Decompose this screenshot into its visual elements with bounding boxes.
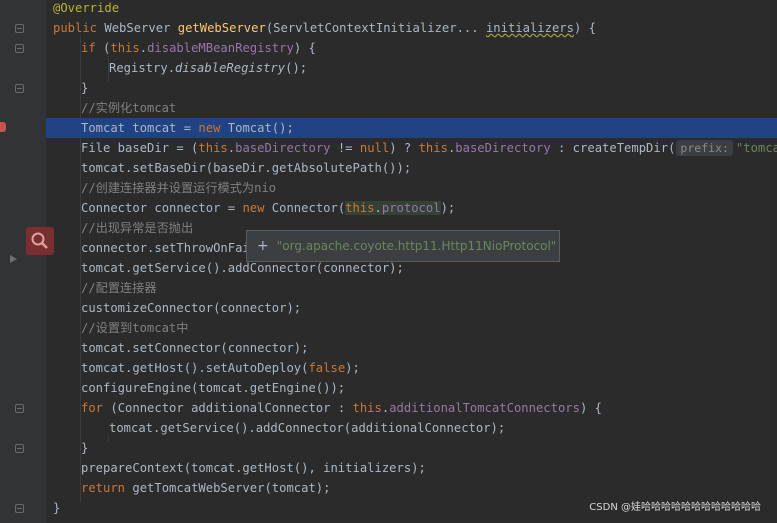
code-token: . <box>139 41 148 55</box>
code-token: . <box>374 201 382 215</box>
code-token: } <box>81 441 89 455</box>
fold-toggle-icon[interactable] <box>15 504 24 513</box>
fold-toggle-icon[interactable] <box>15 84 24 93</box>
code-line[interactable]: @Override <box>46 0 777 18</box>
code-token: (Connector additionalConnector : <box>110 401 353 415</box>
code-token: Tomcat(); <box>227 121 294 135</box>
code-token: File baseDir = ( <box>81 141 199 155</box>
code-token: baseDirectory <box>235 141 331 155</box>
code-token: Connector( <box>271 201 346 215</box>
code-token: this <box>418 141 448 155</box>
code-token: ) ? <box>389 141 419 155</box>
code-token: tomcat.setBaseDir(baseDir.getAbsolutePat… <box>81 161 412 175</box>
editor-gutter <box>0 0 46 523</box>
code-line[interactable]: customizeConnector(connector); <box>46 298 777 318</box>
code-token: this <box>352 401 382 415</box>
code-line[interactable]: Connector connector = new Connector(this… <box>46 198 777 218</box>
code-token: . <box>227 141 236 155</box>
code-token: configureEngine(tomcat.getEngine()); <box>81 381 346 395</box>
tooltip-value: "org.apache.coyote.http11.Http11NioProto… <box>276 239 557 253</box>
code-token: tomcat.getService().addConnector(additio… <box>109 421 506 435</box>
code-token: ) { <box>293 41 316 55</box>
code-token: null <box>359 141 390 155</box>
code-token: this <box>110 41 140 55</box>
code-token: this <box>198 141 228 155</box>
watermark: CSDN @娃哈哈哈哈哈哈哈哈哈哈哈哈 <box>589 502 761 513</box>
code-line[interactable]: tomcat.getHost().setAutoDeploy(false); <box>46 358 777 378</box>
code-line[interactable]: prepareContext(tomcat.getHost(), initial… <box>46 458 777 478</box>
code-line[interactable]: //创建连接器并设置运行模式为nio <box>46 178 777 198</box>
code-token: @Override <box>53 1 120 15</box>
code-token: connector.setThrowOnFail <box>81 241 258 255</box>
code-token: Tomcat tomcat = <box>81 121 199 135</box>
code-token: additionalTomcatConnectors <box>389 401 580 415</box>
expand-plus-icon[interactable]: + <box>257 238 269 254</box>
code-line[interactable]: for (Connector additionalConnector : thi… <box>46 398 777 418</box>
code-token: //出现异常是否抛出 <box>81 221 194 235</box>
code-line[interactable]: public WebServer getWebServer(ServletCon… <box>46 18 777 38</box>
code-token: Connector connector = <box>81 201 243 215</box>
code-line[interactable]: return getTomcatWebServer(tomcat); <box>46 478 777 498</box>
code-token: customizeConnector(connector); <box>81 301 302 315</box>
fold-toggle-icon[interactable] <box>15 444 24 453</box>
code-token: "tomcat" <box>735 141 777 155</box>
code-token: : createTempDir( <box>550 141 676 155</box>
code-token: disableRegistry <box>175 61 286 75</box>
code-line[interactable]: } <box>46 78 777 98</box>
code-token: (ServletContextInitializer... <box>265 21 486 35</box>
code-token: //实例化tomcat <box>81 101 177 115</box>
code-token: new <box>198 121 228 135</box>
code-token: protocol <box>381 201 441 215</box>
code-line[interactable]: tomcat.getService().addConnector(additio… <box>46 418 777 438</box>
code-token: tomcat.getHost().setAutoDeploy( <box>81 361 309 375</box>
fold-toggle-icon[interactable] <box>15 24 24 33</box>
code-token: //配置连接器 <box>81 281 157 295</box>
code-token: false <box>308 361 346 375</box>
code-token: getWebServer <box>177 21 266 35</box>
code-token: tomcat.setConnector(connector); <box>81 341 309 355</box>
fold-toggle-icon[interactable] <box>15 44 24 53</box>
code-token: (); <box>285 61 308 75</box>
code-token: getTomcatWebServer(tomcat); <box>132 481 331 495</box>
code-token: if <box>81 41 104 55</box>
fold-toggle-icon[interactable] <box>15 404 24 413</box>
code-token: ); <box>345 361 360 375</box>
code-line[interactable]: //实例化tomcat <box>46 98 777 118</box>
code-token: WebServer <box>104 21 178 35</box>
code-token: prepareContext(tomcat.getHost(), initial… <box>81 461 426 475</box>
code-token: ) { <box>574 21 597 35</box>
code-token: this <box>345 201 375 215</box>
code-line[interactable]: Tomcat tomcat = new Tomcat(); <box>46 118 777 138</box>
code-token: disableMBeanRegistry <box>147 41 294 55</box>
code-token: initializers <box>485 21 574 35</box>
code-token: != <box>330 141 360 155</box>
code-line[interactable]: } <box>46 438 777 458</box>
code-token: ); <box>440 201 456 215</box>
code-line[interactable]: Registry.disableRegistry(); <box>46 58 777 78</box>
code-token: Registry. <box>109 61 176 75</box>
parameter-value-tooltip: + "org.apache.coyote.http11.Http11NioProt… <box>246 230 560 262</box>
code-token: } <box>81 81 89 95</box>
parameter-hint: prefix: <box>676 140 733 156</box>
code-token: //创建连接器并设置运行模式为nio <box>81 181 277 195</box>
collapsed-region-arrow-icon[interactable] <box>10 255 17 263</box>
code-token: public <box>53 21 105 35</box>
code-token: new <box>242 201 272 215</box>
code-token: } <box>53 501 61 515</box>
code-line[interactable]: File baseDir = (this.baseDirectory != nu… <box>46 138 777 158</box>
code-line[interactable]: //设置到tomcat中 <box>46 318 777 338</box>
code-line[interactable]: tomcat.setConnector(connector); <box>46 338 777 358</box>
code-token: tomcat.getService().addConnector(connect… <box>81 261 404 275</box>
breakpoint-marker[interactable] <box>0 122 6 132</box>
code-line[interactable]: configureEngine(tomcat.getEngine()); <box>46 378 777 398</box>
code-token: return <box>81 481 133 495</box>
code-token: ) { <box>579 401 602 415</box>
code-token: baseDirectory <box>455 141 551 155</box>
code-line[interactable]: //配置连接器 <box>46 278 777 298</box>
code-line[interactable]: if (this.disableMBeanRegistry) { <box>46 38 777 58</box>
code-token: for <box>81 401 111 415</box>
code-line[interactable]: tomcat.setBaseDir(baseDir.getAbsolutePat… <box>46 158 777 178</box>
code-token: //设置到tomcat中 <box>81 321 189 335</box>
